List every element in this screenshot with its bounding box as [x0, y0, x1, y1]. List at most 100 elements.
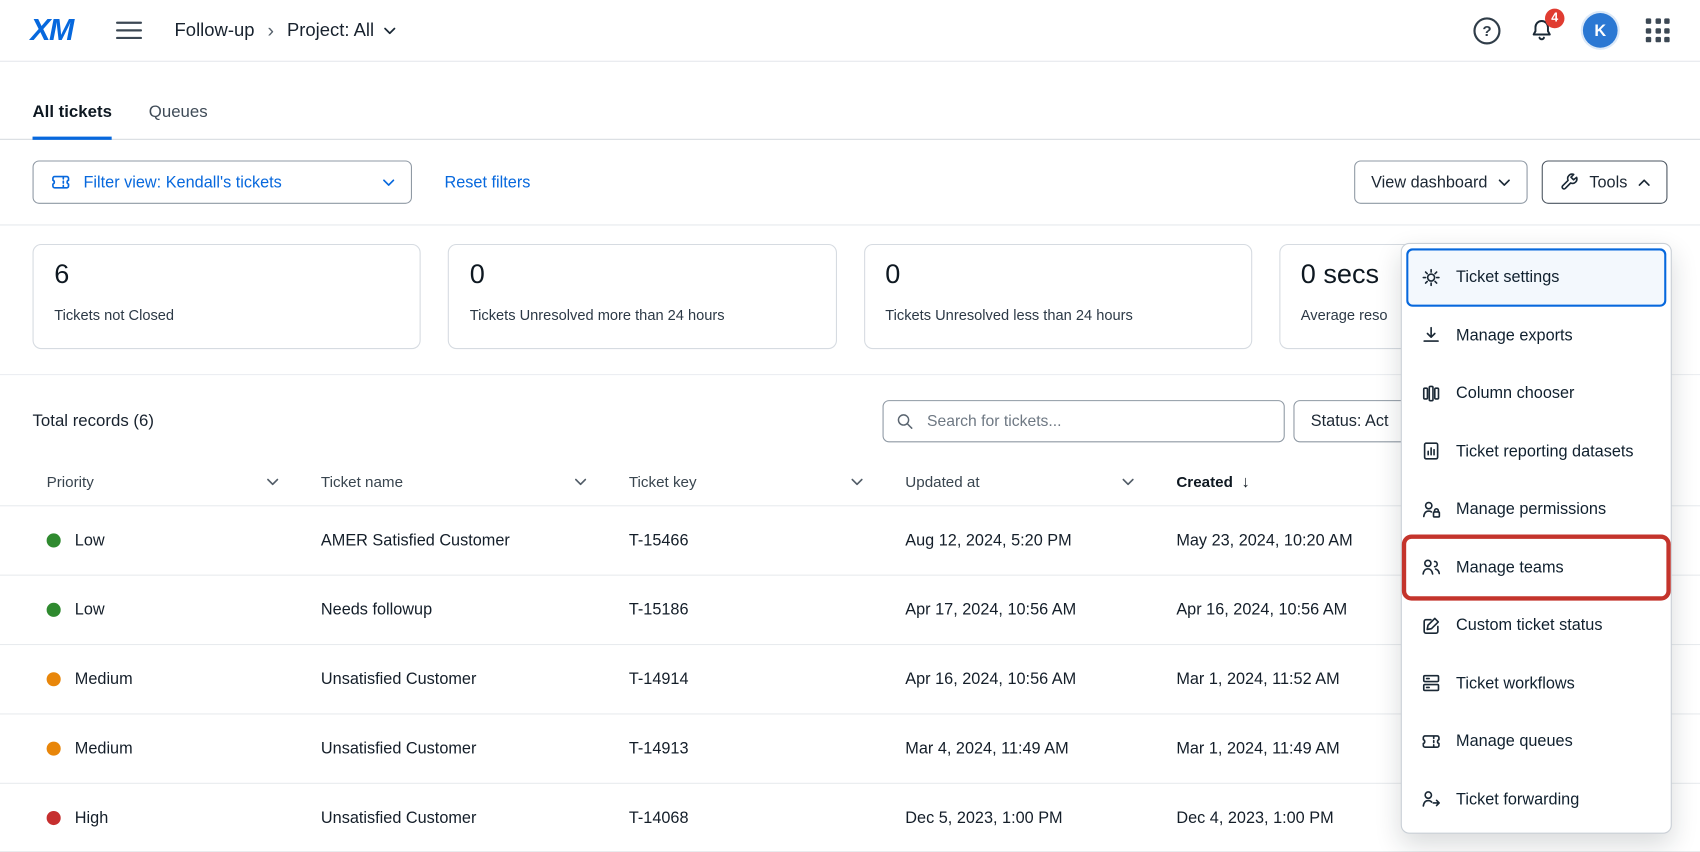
ticket-key-cell: T-15186 — [615, 601, 891, 619]
ticket-icon — [50, 171, 72, 193]
column-label: Ticket key — [629, 473, 697, 490]
menu-item-label: Ticket reporting datasets — [1456, 442, 1633, 460]
avatar[interactable]: K — [1583, 13, 1618, 48]
apps-grid-icon[interactable] — [1646, 18, 1670, 42]
menu-item-label: Column chooser — [1456, 384, 1574, 402]
hamburger-menu-icon[interactable] — [116, 21, 142, 39]
menu-item-manage-permissions[interactable]: Manage permissions — [1406, 480, 1666, 538]
priority-dot — [47, 810, 61, 824]
ticket-name-cell: Unsatisfied Customer — [307, 670, 615, 688]
menu-item-custom-ticket-status[interactable]: Custom ticket status — [1406, 596, 1666, 654]
tools-label: Tools — [1589, 173, 1627, 191]
menu-item-label: Ticket forwarding — [1456, 790, 1579, 808]
menu-item-manage-exports[interactable]: Manage exports — [1406, 306, 1666, 364]
updated-at-cell: Mar 4, 2024, 11:49 AM — [891, 739, 1162, 757]
workflow-icon — [1420, 672, 1442, 694]
search-icon — [896, 411, 916, 431]
tools-dropdown-menu: Ticket settings Manage exports Column ch… — [1401, 243, 1672, 834]
menu-item-manage-teams[interactable]: Manage teams — [1406, 538, 1666, 596]
column-header-priority[interactable]: Priority — [33, 473, 307, 490]
total-records-label: Total records (6) — [33, 411, 154, 431]
stat-label: Tickets not Closed — [54, 307, 399, 323]
chevron-down-icon — [1498, 178, 1510, 186]
person-lock-icon — [1420, 498, 1442, 520]
menu-item-ticket-workflows[interactable]: Ticket workflows — [1406, 654, 1666, 712]
stat-card-unresolved-less-24h: 0 Tickets Unresolved less than 24 hours — [864, 244, 1252, 349]
menu-item-label: Custom ticket status — [1456, 616, 1602, 634]
ticket-search — [883, 400, 1285, 442]
filter-bar: Filter view: Kendall's tickets Reset fil… — [0, 140, 1700, 226]
wrench-icon — [1559, 172, 1579, 192]
column-header-updated-at[interactable]: Updated at — [891, 473, 1162, 490]
chevron-down-icon[interactable] — [1122, 478, 1134, 486]
tab-queues[interactable]: Queues — [149, 103, 208, 139]
filter-view-label: Filter view: Kendall's tickets — [83, 173, 281, 191]
priority-dot — [47, 603, 61, 617]
priority-value: Medium — [75, 739, 133, 757]
edit-icon — [1420, 614, 1442, 636]
column-header-created[interactable]: Created ↓ — [1162, 472, 1422, 490]
stat-card-unresolved-more-24h: 0 Tickets Unresolved more than 24 hours — [448, 244, 836, 349]
stat-label: Tickets Unresolved more than 24 hours — [470, 307, 815, 323]
menu-item-label: Manage exports — [1456, 326, 1573, 344]
priority-dot — [47, 742, 61, 756]
xm-logo[interactable]: XM — [30, 13, 72, 48]
chevron-up-icon — [1638, 178, 1650, 186]
chevron-down-icon — [384, 27, 396, 35]
chevron-down-icon — [383, 178, 395, 186]
menu-item-ticket-reporting-datasets[interactable]: Ticket reporting datasets — [1406, 422, 1666, 480]
created-cell: May 23, 2024, 10:20 AM — [1162, 531, 1422, 549]
status-filter-label: Status: Act — [1311, 412, 1389, 430]
updated-at-cell: Apr 17, 2024, 10:56 AM — [891, 601, 1162, 619]
updated-at-cell: Aug 12, 2024, 5:20 PM — [891, 531, 1162, 549]
breadcrumb-section[interactable]: Follow-up — [175, 20, 255, 42]
menu-item-ticket-forwarding[interactable]: Ticket forwarding — [1406, 770, 1666, 828]
columns-icon — [1420, 382, 1442, 404]
ticket-key-cell: T-14913 — [615, 739, 891, 757]
updated-at-cell: Dec 5, 2023, 1:00 PM — [891, 808, 1162, 826]
priority-value: Low — [75, 601, 105, 619]
menu-item-label: Manage teams — [1456, 558, 1564, 576]
view-dashboard-label: View dashboard — [1371, 173, 1487, 191]
column-header-ticket-key[interactable]: Ticket key — [615, 473, 891, 490]
ticket-name-cell: Unsatisfied Customer — [307, 808, 615, 826]
reset-filters-link[interactable]: Reset filters — [445, 173, 531, 191]
chevron-down-icon[interactable] — [267, 478, 279, 486]
breadcrumb-project-dropdown[interactable]: Project: All — [287, 20, 396, 42]
updated-at-cell: Apr 16, 2024, 10:56 AM — [891, 670, 1162, 688]
ticket-key-cell: T-15466 — [615, 531, 891, 549]
priority-dot — [47, 672, 61, 686]
chevron-down-icon[interactable] — [851, 478, 863, 486]
tools-button[interactable]: Tools — [1542, 160, 1668, 203]
topbar-actions: ? 4 K — [1473, 13, 1669, 48]
ticket-icon — [1420, 730, 1442, 752]
column-label: Updated at — [905, 473, 979, 490]
menu-item-ticket-settings[interactable]: Ticket settings — [1406, 248, 1666, 306]
priority-value: Medium — [75, 670, 133, 688]
created-cell: Dec 4, 2023, 1:00 PM — [1162, 808, 1422, 826]
help-icon[interactable]: ? — [1473, 17, 1500, 44]
stat-card-not-closed: 6 Tickets not Closed — [33, 244, 421, 349]
notification-badge: 4 — [1545, 9, 1565, 29]
ticket-key-cell: T-14068 — [615, 808, 891, 826]
column-label: Priority — [47, 473, 94, 490]
stat-value: 6 — [54, 259, 399, 290]
people-icon — [1420, 556, 1442, 578]
created-cell: Mar 1, 2024, 11:49 AM — [1162, 739, 1422, 757]
top-bar: XM Follow-up › Project: All ? 4 K — [0, 0, 1700, 62]
tab-all-tickets[interactable]: All tickets — [33, 103, 112, 139]
notifications-button[interactable]: 4 — [1529, 17, 1555, 43]
ticket-name-cell: Unsatisfied Customer — [307, 739, 615, 757]
ticket-key-cell: T-14914 — [615, 670, 891, 688]
gear-icon — [1420, 266, 1442, 288]
search-input[interactable] — [883, 400, 1285, 442]
column-header-ticket-name[interactable]: Ticket name — [307, 473, 615, 490]
menu-item-label: Manage queues — [1456, 732, 1573, 750]
chevron-down-icon[interactable] — [575, 478, 587, 486]
stat-label: Tickets Unresolved less than 24 hours — [885, 307, 1230, 323]
filter-view-dropdown[interactable]: Filter view: Kendall's tickets — [33, 160, 412, 203]
menu-item-column-chooser[interactable]: Column chooser — [1406, 364, 1666, 422]
stat-value: 0 — [885, 259, 1230, 290]
menu-item-manage-queues[interactable]: Manage queues — [1406, 712, 1666, 770]
view-dashboard-button[interactable]: View dashboard — [1354, 160, 1528, 203]
